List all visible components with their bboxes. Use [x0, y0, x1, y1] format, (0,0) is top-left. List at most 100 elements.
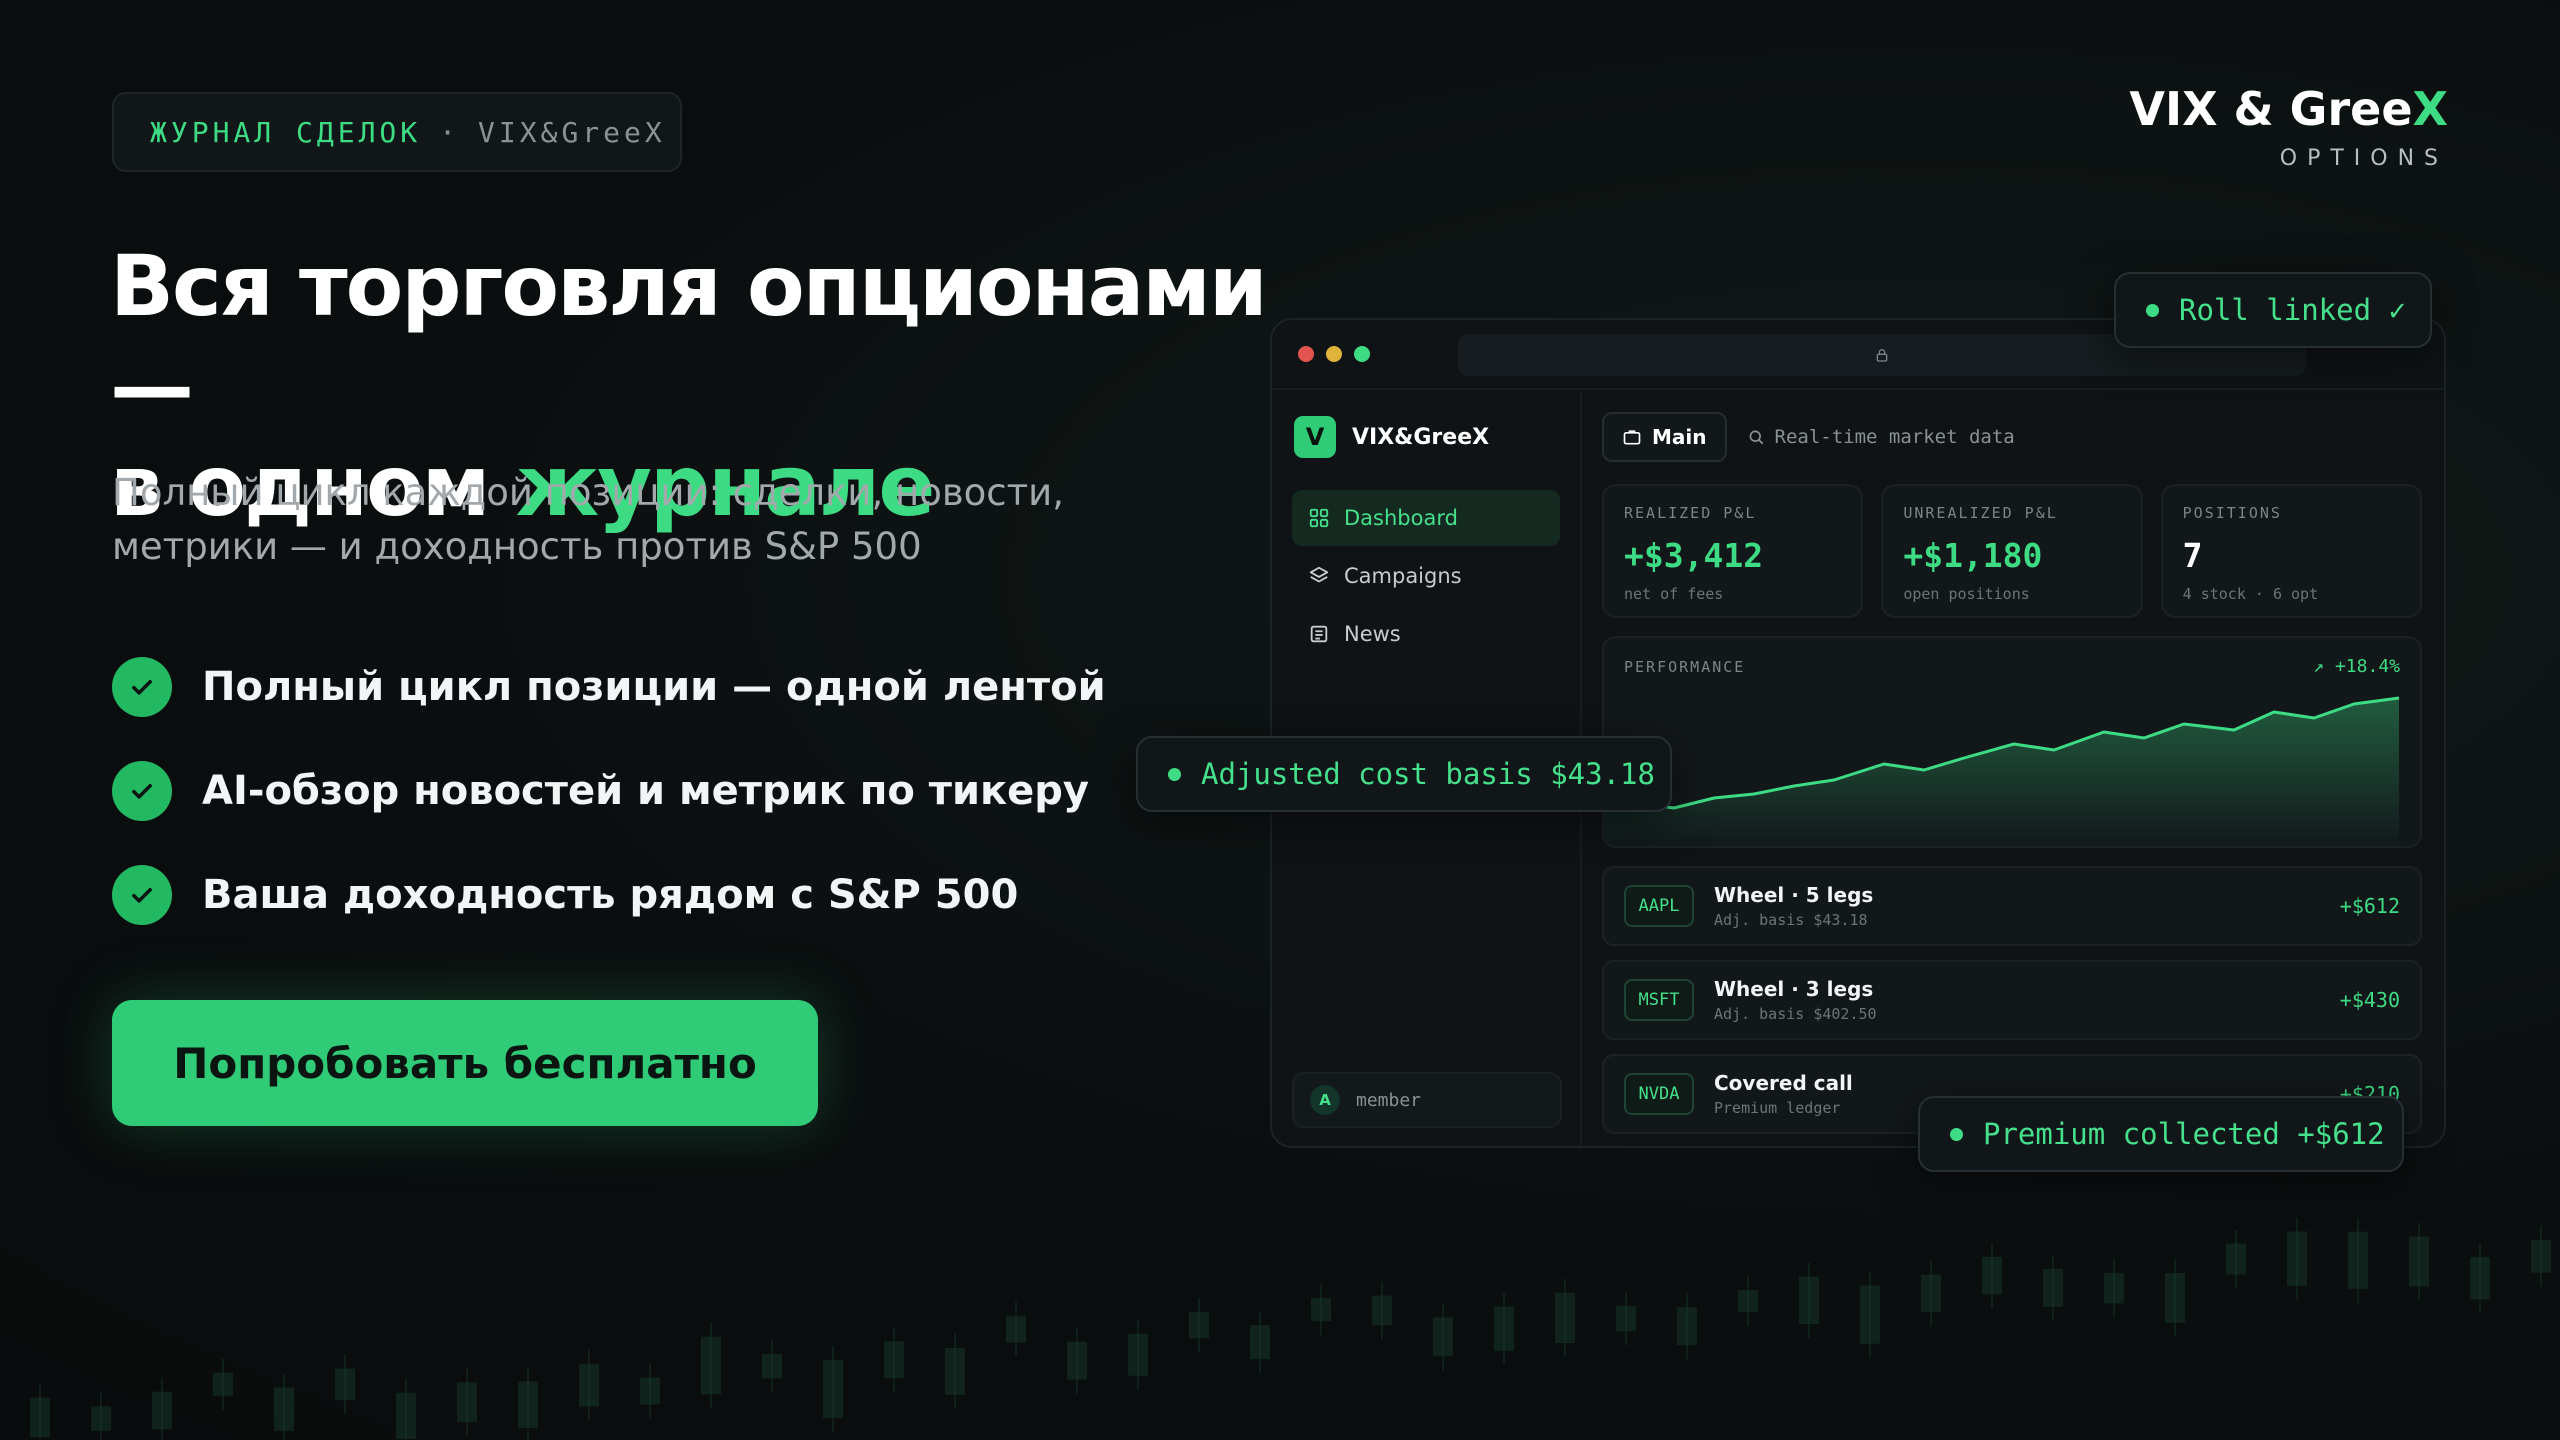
lock-icon — [1876, 349, 1888, 362]
decorative-candle — [1799, 1262, 1819, 1338]
decorative-candle — [945, 1334, 965, 1409]
headline-line1: Вся торговля опционами — — [110, 237, 1268, 435]
roll-linked-text: Roll linked ✓ — [2179, 293, 2406, 327]
app-logo[interactable]: V VIX&GreeX — [1292, 414, 1560, 460]
decorative-candle — [1250, 1311, 1270, 1374]
decorative-candle — [1738, 1276, 1758, 1327]
position-title: Wheel · 3 legs — [1714, 977, 1874, 1001]
feature-item: Ваша доходность рядом с S&P 500 — [112, 864, 1106, 926]
sidebar-item-dashboard[interactable]: Dashboard — [1292, 490, 1560, 546]
page-subtitle: Полный цикл каждой позиции: сделки, ново… — [112, 471, 1064, 568]
main-button-label: Main — [1652, 425, 1707, 449]
market-search[interactable]: Real-time market data — [1747, 426, 2015, 448]
brand-subtitle: OPTIONS — [2279, 146, 2448, 171]
check-icon — [112, 657, 172, 717]
performance-area — [1604, 698, 2399, 846]
decorative-candle — [579, 1350, 599, 1421]
avatar: A — [1310, 1085, 1340, 1115]
position-title: Wheel · 5 legs — [1714, 883, 1874, 907]
logo-mark: V — [1294, 416, 1336, 458]
decorative-candle — [1067, 1327, 1087, 1394]
status-dot-icon — [2146, 303, 2159, 317]
main-topbar: Main Real-time market data — [1602, 412, 2422, 462]
briefcase-icon — [1623, 430, 1641, 445]
cost-basis-pill: Adjusted cost basis $43.18 — [1136, 736, 1672, 812]
app-main: Main Real-time market data REALIZED P&L … — [1602, 412, 2422, 1146]
maximize-dot-icon[interactable] — [1354, 346, 1370, 362]
decorative-candle — [1677, 1293, 1697, 1360]
card-label: UNREALIZED P&L — [1903, 504, 2058, 522]
tag-part2: VIX&GreeX — [478, 115, 666, 149]
background-candles — [30, 1217, 2551, 1440]
stat-cards: REALIZED P&L +$3,412 net of fees UNREALI… — [1602, 484, 2422, 618]
card-value: +$3,412 — [1624, 536, 1764, 575]
decorative-candle — [1006, 1301, 1026, 1357]
feature-item: AI-обзор новостей и метрик по тикеру — [112, 760, 1106, 822]
decorative-candle — [2226, 1229, 2246, 1289]
ticker-badge: MSFT — [1624, 979, 1694, 1021]
layers-icon — [1309, 566, 1329, 583]
decorative-candle — [518, 1367, 538, 1440]
card-value: 7 — [2182, 536, 2203, 575]
card-value: +$1,180 — [1903, 536, 2043, 575]
decorative-candle — [30, 1383, 50, 1440]
card-label: POSITIONS — [2182, 504, 2282, 522]
status-dot-icon — [1168, 767, 1181, 781]
decorative-candle — [640, 1363, 660, 1419]
performance-sparkline — [1604, 696, 2400, 846]
brand-name-accent: X — [2412, 82, 2448, 136]
realized-pnl-card: REALIZED P&L +$3,412 net of fees — [1602, 484, 1864, 618]
feature-list: Полный цикл позиции — одной лентой AI-об… — [112, 656, 1106, 968]
decorative-candle — [1616, 1291, 1636, 1346]
decorative-candle — [2409, 1222, 2429, 1301]
decorative-candle — [762, 1339, 782, 1393]
decorative-candle — [91, 1392, 111, 1440]
section-tag: ЖУРНАЛ СДЕЛОК · VIX&GreeX — [112, 92, 682, 172]
decorative-candle — [2470, 1243, 2490, 1314]
sidebar-item-label: Dashboard — [1344, 506, 1458, 530]
decorative-candle — [2531, 1225, 2551, 1287]
position-title: Covered call — [1714, 1071, 1853, 1095]
position-row-msft[interactable]: MSFT Wheel · 3 legs Adj. basis $402.50 +… — [1602, 960, 2422, 1040]
decorative-candle — [152, 1377, 172, 1440]
position-pnl: +$612 — [2339, 894, 2400, 918]
roll-linked-pill: Roll linked ✓ — [2114, 272, 2432, 348]
sidebar-item-news[interactable]: News — [1292, 606, 1560, 662]
premium-collected-text: Premium collected +$612 — [1983, 1117, 2385, 1151]
decorative-candle — [1494, 1292, 1514, 1365]
positions-card: POSITIONS 7 4 stock · 6 opt — [2160, 484, 2422, 618]
performance-chart-card: PERFORMANCE ↗ +18.4% — [1602, 636, 2422, 848]
close-dot-icon[interactable] — [1298, 346, 1314, 362]
grid-icon — [1309, 508, 1329, 528]
position-row-aapl[interactable]: AAPL Wheel · 5 legs Adj. basis $43.18 +$… — [1602, 866, 2422, 946]
position-pnl: +$430 — [2339, 988, 2400, 1012]
decorative-candle — [2348, 1217, 2368, 1303]
decorative-candle — [1189, 1298, 1209, 1353]
decorative-candle — [1982, 1242, 2002, 1309]
cost-basis-text: Adjusted cost basis $43.18 — [1201, 757, 1655, 791]
ticker-badge: AAPL — [1624, 885, 1694, 927]
ticker-badge: NVDA — [1624, 1073, 1694, 1115]
card-note: open positions — [1903, 585, 2030, 603]
sidebar-item-label: News — [1344, 622, 1401, 646]
decorative-candle — [1372, 1281, 1392, 1340]
decorative-candle — [274, 1373, 294, 1440]
brand-name: VIX & Gree — [2129, 82, 2413, 136]
sidebar-item-campaigns[interactable]: Campaigns — [1292, 548, 1560, 604]
brand-logo: VIX & GreeX OPTIONS — [2129, 82, 2448, 171]
tag-part1: ЖУРНАЛ СДЕЛОК — [150, 115, 422, 149]
position-sub: Adj. basis $402.50 — [1714, 1005, 1877, 1023]
app-window: V VIX&GreeX Dashboard Campaigns News A m… — [1270, 318, 2446, 1148]
minimize-dot-icon[interactable] — [1326, 346, 1342, 362]
card-note: net of fees — [1624, 585, 1724, 603]
feature-item: Полный цикл позиции — одной лентой — [112, 656, 1106, 718]
decorative-candle — [1311, 1283, 1331, 1336]
main-button[interactable]: Main — [1602, 412, 1727, 462]
decorative-candle — [701, 1322, 721, 1409]
decorative-candle — [2104, 1258, 2124, 1318]
decorative-candle — [335, 1354, 355, 1414]
member-badge[interactable]: A member — [1292, 1072, 1562, 1128]
decorative-candle — [213, 1358, 233, 1410]
decorative-candle — [457, 1368, 477, 1437]
try-free-button[interactable]: Попробовать бесплатно — [112, 1000, 818, 1126]
